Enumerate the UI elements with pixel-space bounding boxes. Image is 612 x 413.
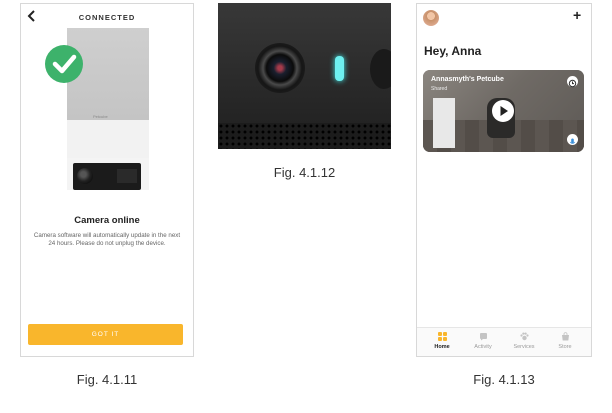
status-description: Camera software will automatically updat… bbox=[33, 232, 181, 247]
home-icon bbox=[437, 332, 447, 341]
camera-lens bbox=[255, 43, 305, 93]
home-screen: + Hey, Anna Annasmyth's Petcube Shared H… bbox=[416, 3, 592, 357]
caption-fig-4-1-11: Fig. 4.1.11 bbox=[76, 372, 138, 387]
tab-services[interactable]: Services bbox=[504, 332, 544, 350]
tab-home[interactable]: Home bbox=[422, 332, 462, 350]
device-lens bbox=[77, 168, 93, 184]
caption-fig-4-1-13: Fig. 4.1.13 bbox=[473, 372, 535, 387]
caption-fig-4-1-12: Fig. 4.1.12 bbox=[273, 165, 336, 180]
greeting: Hey, Anna bbox=[424, 44, 482, 58]
tab-activity[interactable]: Activity bbox=[463, 332, 503, 350]
got-it-button[interactable]: GOT IT bbox=[28, 324, 183, 345]
success-check-icon bbox=[45, 45, 83, 83]
speaker-grille bbox=[218, 123, 391, 149]
avatar[interactable] bbox=[423, 10, 439, 26]
header-title: CONNECTED bbox=[78, 13, 136, 22]
microphone-icon[interactable] bbox=[567, 134, 578, 145]
store-icon bbox=[561, 332, 569, 341]
play-icon[interactable] bbox=[492, 100, 514, 122]
camera-closeup-photo bbox=[218, 3, 391, 149]
status-led bbox=[335, 56, 344, 81]
tab-bar: Home Activity Services Store bbox=[417, 327, 591, 356]
device-brand-label: Petcube bbox=[93, 114, 108, 119]
tab-services-label: Services bbox=[513, 344, 535, 350]
camera-card[interactable]: Annasmyth's Petcube Shared bbox=[423, 70, 584, 152]
schedule-icon[interactable] bbox=[567, 76, 578, 88]
card-title: Annasmyth's Petcube bbox=[431, 76, 504, 83]
sensor-dot bbox=[370, 49, 391, 89]
tab-home-label: Home bbox=[434, 344, 450, 350]
activity-icon bbox=[479, 333, 487, 341]
tab-store[interactable]: Store bbox=[545, 332, 585, 350]
petcube-thumbnail bbox=[433, 98, 455, 148]
services-icon bbox=[519, 332, 529, 341]
card-subtitle: Shared bbox=[431, 86, 448, 92]
status-heading: Camera online bbox=[74, 215, 140, 226]
tab-store-label: Store bbox=[558, 344, 572, 350]
camera-online-screen: CONNECTED Petcube Camera online Camera s… bbox=[20, 3, 194, 357]
add-icon[interactable]: + bbox=[573, 7, 581, 23]
tab-activity-label: Activity bbox=[474, 344, 492, 350]
